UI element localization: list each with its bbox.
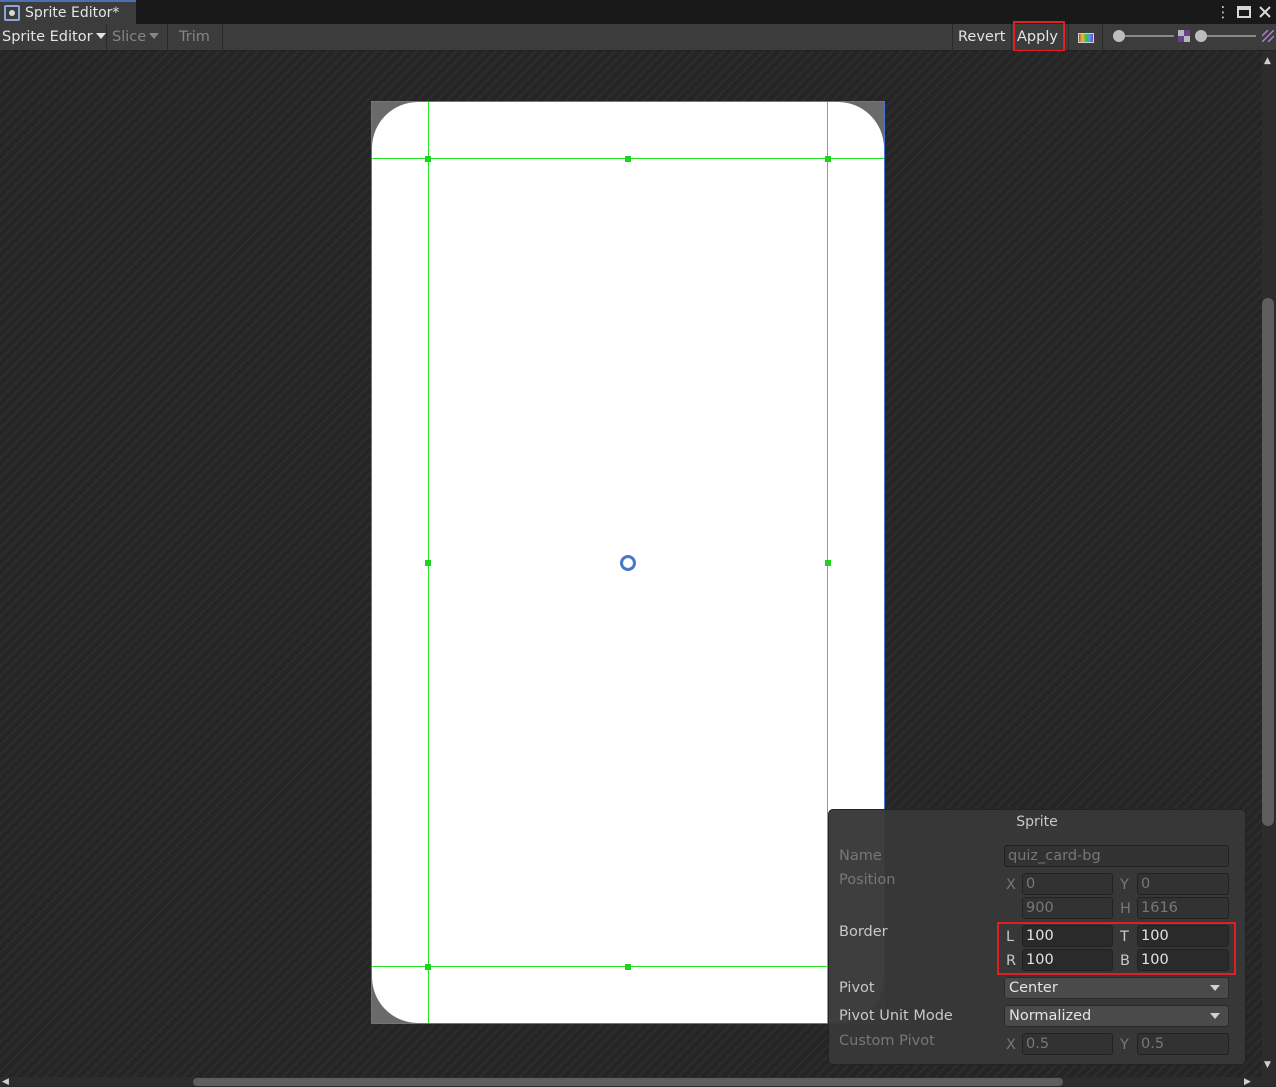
toolbar-divider: [1068, 24, 1069, 50]
pivot-unit-mode-value: Normalized: [1009, 1008, 1092, 1024]
window-tab-bar: Sprite Editor* ⋮: [0, 0, 1276, 24]
sprite-editor-tab[interactable]: Sprite Editor*: [0, 0, 136, 24]
custom-pivot-y-field[interactable]: 0.5: [1137, 1033, 1229, 1055]
chevron-down-icon: [95, 33, 106, 39]
mip-slider-track[interactable]: [1200, 35, 1256, 37]
pivot-label: Pivot: [839, 980, 875, 996]
scroll-down-icon[interactable]: ▼: [1264, 1060, 1271, 1070]
pos-x-field[interactable]: 0: [1022, 873, 1113, 895]
maximize-icon[interactable]: [1234, 2, 1254, 22]
kebab-menu-icon[interactable]: ⋮: [1213, 2, 1233, 22]
pos-w-field[interactable]: 900: [1022, 897, 1113, 919]
custom-pivot-label: Custom Pivot: [839, 1033, 935, 1049]
toolbar-divider: [1011, 24, 1012, 50]
toolbar-divider: [106, 24, 107, 50]
close-icon[interactable]: [1255, 2, 1275, 22]
border-handle[interactable]: [625, 156, 631, 162]
editor-mode-dropdown[interactable]: Sprite Editor: [2, 24, 106, 50]
chevron-down-icon: [1210, 985, 1220, 991]
tab-title: Sprite Editor*: [25, 5, 120, 21]
toolbar-divider: [952, 24, 953, 50]
name-field[interactable]: quiz_card-bg: [1004, 845, 1229, 867]
editor-mode-label: Sprite Editor: [2, 29, 93, 45]
border-label: Border: [839, 924, 888, 940]
alpha-icon: [1178, 30, 1190, 42]
pos-x-label: X: [1006, 877, 1016, 893]
pos-h-label: H: [1120, 901, 1131, 917]
trim-button[interactable]: Trim: [179, 24, 210, 50]
chevron-down-icon: [1210, 1013, 1220, 1019]
mip-level-icon: [1262, 30, 1274, 42]
border-handle[interactable]: [425, 560, 431, 566]
pivot-unit-mode-label: Pivot Unit Mode: [839, 1008, 953, 1024]
border-handle[interactable]: [625, 964, 631, 970]
horizontal-scrollbar-thumb[interactable]: [193, 1078, 1063, 1086]
border-handle[interactable]: [825, 560, 831, 566]
pos-h-field[interactable]: 1616: [1137, 897, 1229, 919]
pivot-handle[interactable]: [620, 555, 636, 571]
pos-y-label: Y: [1120, 877, 1129, 893]
border-handle[interactable]: [425, 156, 431, 162]
border-handle[interactable]: [825, 156, 831, 162]
apply-highlight: [1013, 21, 1065, 52]
scroll-up-icon[interactable]: ▲: [1264, 56, 1271, 66]
vertical-scrollbar-thumb[interactable]: [1262, 298, 1274, 826]
toolbar-divider: [222, 24, 223, 50]
toolbar-divider: [1102, 24, 1103, 50]
position-label: Position: [839, 872, 896, 888]
border-highlight: [997, 922, 1236, 975]
pos-y-field[interactable]: 0: [1137, 873, 1229, 895]
custom-y-label: Y: [1120, 1037, 1129, 1053]
pivot-unit-mode-dropdown[interactable]: Normalized: [1004, 1005, 1229, 1027]
revert-button[interactable]: Revert: [958, 24, 1006, 50]
pivot-value: Center: [1009, 980, 1058, 996]
zoom-slider-track[interactable]: [1118, 35, 1174, 37]
rgb-channel-icon[interactable]: [1078, 33, 1094, 43]
slice-label: Slice: [112, 29, 147, 45]
pivot-dropdown[interactable]: Center: [1004, 977, 1229, 999]
slice-dropdown[interactable]: Slice: [112, 24, 160, 50]
mip-slider-handle[interactable]: [1195, 30, 1207, 42]
name-label: Name: [839, 848, 882, 864]
panel-title: Sprite: [1016, 814, 1058, 830]
border-handle[interactable]: [425, 964, 431, 970]
zoom-slider-handle[interactable]: [1113, 30, 1125, 42]
custom-x-label: X: [1006, 1037, 1016, 1053]
custom-pivot-x-field[interactable]: 0.5: [1022, 1033, 1113, 1055]
chevron-down-icon: [149, 33, 160, 39]
toolbar-divider: [167, 24, 168, 50]
sprite-editor-icon: [4, 5, 20, 21]
